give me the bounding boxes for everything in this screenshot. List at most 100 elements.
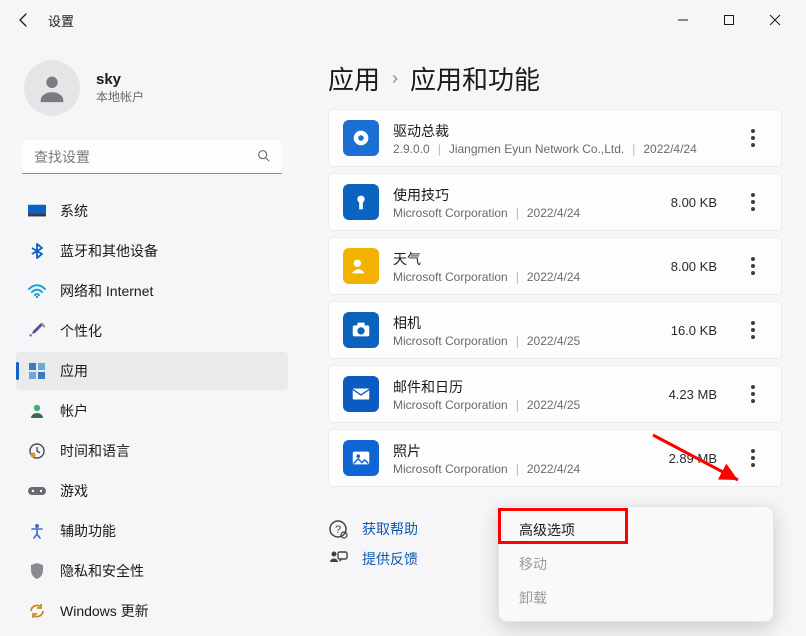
app-publisher: Microsoft Corporation: [393, 206, 508, 220]
help-icon: ?: [328, 519, 348, 539]
sidebar-item-label: Windows 更新: [60, 601, 149, 621]
search-box: [22, 140, 282, 174]
app-publisher: Microsoft Corporation: [393, 398, 508, 412]
accessibility-icon: [28, 522, 46, 540]
back-button[interactable]: [8, 4, 40, 36]
sidebar-item-gaming[interactable]: 游戏: [16, 472, 288, 510]
footer-link-label: 获取帮助: [362, 519, 418, 539]
ctx-advanced-options[interactable]: 高级选项: [505, 513, 767, 547]
account-icon: [28, 402, 46, 420]
breadcrumb-root[interactable]: 应用: [328, 60, 380, 97]
app-date: 2022/4/25: [527, 334, 580, 348]
user-name: sky: [96, 71, 144, 88]
ctx-uninstall: 卸载: [505, 581, 767, 615]
app-icon: [343, 120, 379, 156]
sidebar-item-bluetooth[interactable]: 蓝牙和其他设备: [16, 232, 288, 270]
clock-icon: [28, 442, 46, 460]
app-name: 相机: [393, 313, 657, 333]
update-icon: [28, 602, 46, 620]
app-size: 8.00 KB: [671, 259, 717, 274]
window-title: 设置: [48, 11, 74, 30]
sidebar-item-label: 系统: [60, 201, 88, 221]
app-icon: [343, 248, 379, 284]
sidebar-item-label: 游戏: [60, 481, 88, 501]
more-vertical-icon: [751, 193, 755, 211]
sidebar-item-label: 个性化: [60, 321, 102, 341]
wifi-icon: [28, 282, 46, 300]
sidebar-item-system[interactable]: 系统: [16, 192, 288, 230]
sidebar-item-time[interactable]: 时间和语言: [16, 432, 288, 470]
sidebar-item-label: 应用: [60, 361, 88, 381]
more-vertical-icon: [751, 385, 755, 403]
arrow-left-icon: [16, 12, 32, 28]
feedback-icon: [328, 549, 348, 569]
user-type: 本地帐户: [96, 88, 144, 105]
sidebar-item-apps[interactable]: 应用: [16, 352, 288, 390]
sidebar-item-accessibility[interactable]: 辅助功能: [16, 512, 288, 550]
sidebar-item-privacy[interactable]: 隐私和安全性: [16, 552, 288, 590]
maximize-button[interactable]: [706, 4, 752, 36]
minimize-icon: [677, 14, 689, 26]
app-icon: [343, 184, 379, 220]
app-size: 4.23 MB: [669, 387, 717, 402]
search-icon: [256, 148, 272, 164]
app-more-button[interactable]: [739, 440, 767, 476]
search-input[interactable]: [22, 140, 282, 174]
shield-icon: [28, 562, 46, 580]
svg-text:?: ?: [335, 524, 341, 536]
app-publisher: Microsoft Corporation: [393, 462, 508, 476]
app-icon: [343, 376, 379, 412]
sidebar-item-label: 时间和语言: [60, 441, 130, 461]
sidebar-item-label: 帐户: [60, 401, 88, 421]
app-name: 照片: [393, 441, 655, 461]
page-title: 应用和功能: [410, 60, 540, 97]
app-row[interactable]: 邮件和日历 Microsoft Corporation| 2022/4/25 4…: [328, 365, 782, 423]
more-vertical-icon: [751, 257, 755, 275]
more-vertical-icon: [751, 321, 755, 339]
app-list: 驱动总裁 2.9.0.0| Jiangmen Eyun Network Co.,…: [328, 109, 782, 487]
more-vertical-icon: [751, 449, 755, 467]
gamepad-icon: [28, 482, 46, 500]
app-row[interactable]: 天气 Microsoft Corporation| 2022/4/24 8.00…: [328, 237, 782, 295]
monitor-icon: [28, 202, 46, 220]
ctx-move: 移动: [505, 547, 767, 581]
more-vertical-icon: [751, 129, 755, 147]
app-row[interactable]: 驱动总裁 2.9.0.0| Jiangmen Eyun Network Co.,…: [328, 109, 782, 167]
close-icon: [769, 14, 781, 26]
footer-link-label: 提供反馈: [362, 549, 418, 569]
app-more-button[interactable]: [739, 184, 767, 220]
app-size: 2.89 MB: [669, 451, 717, 466]
app-more-button[interactable]: [739, 312, 767, 348]
app-publisher: Microsoft Corporation: [393, 334, 508, 348]
sidebar-item-label: 蓝牙和其他设备: [60, 241, 158, 261]
nav: 系统 蓝牙和其他设备 网络和 Internet 个性化 应用 帐户: [16, 192, 288, 630]
sidebar-item-label: 辅助功能: [60, 521, 116, 541]
sidebar-item-network[interactable]: 网络和 Internet: [16, 272, 288, 310]
sidebar: sky 本地帐户 系统 蓝牙和其他设备 网络和 Internet: [0, 40, 300, 636]
minimize-button[interactable]: [660, 4, 706, 36]
app-publisher: Jiangmen Eyun Network Co.,Ltd.: [449, 142, 624, 156]
sidebar-item-personalization[interactable]: 个性化: [16, 312, 288, 350]
app-name: 天气: [393, 249, 657, 269]
app-name: 邮件和日历: [393, 377, 655, 397]
app-row[interactable]: 照片 Microsoft Corporation| 2022/4/24 2.89…: [328, 429, 782, 487]
sidebar-item-accounts[interactable]: 帐户: [16, 392, 288, 430]
app-row[interactable]: 相机 Microsoft Corporation| 2022/4/25 16.0…: [328, 301, 782, 359]
app-publisher: Microsoft Corporation: [393, 270, 508, 284]
app-row[interactable]: 使用技巧 Microsoft Corporation| 2022/4/24 8.…: [328, 173, 782, 231]
sidebar-item-update[interactable]: Windows 更新: [16, 592, 288, 630]
close-button[interactable]: [752, 4, 798, 36]
apps-icon: [28, 362, 46, 380]
breadcrumb: 应用 › 应用和功能: [328, 60, 782, 97]
app-more-button[interactable]: [739, 376, 767, 412]
maximize-icon: [723, 14, 735, 26]
app-more-button[interactable]: [739, 120, 767, 156]
app-version: 2.9.0.0: [393, 142, 430, 156]
sidebar-item-label: 网络和 Internet: [60, 281, 153, 301]
app-date: 2022/4/24: [527, 462, 580, 476]
titlebar: 设置: [0, 0, 806, 40]
user-profile[interactable]: sky 本地帐户: [16, 48, 288, 132]
app-more-button[interactable]: [739, 248, 767, 284]
app-date: 2022/4/24: [643, 142, 696, 156]
sidebar-item-label: 隐私和安全性: [60, 561, 144, 581]
